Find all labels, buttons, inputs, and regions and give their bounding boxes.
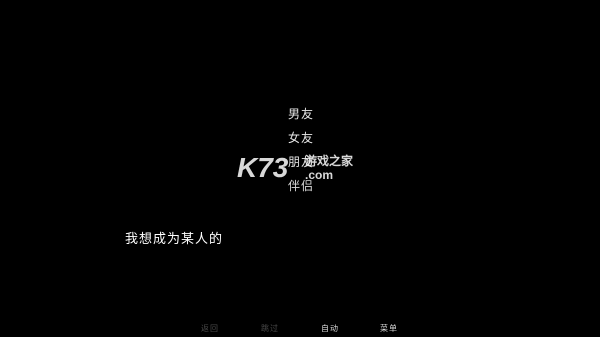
watermark-tagline: 游戏之家: [305, 153, 354, 168]
menu-button[interactable]: 菜单: [380, 323, 398, 334]
quick-menu: 返回 跳过 自动 菜单: [0, 323, 600, 337]
auto-button[interactable]: 自动: [321, 323, 339, 334]
watermark-brand: K73: [237, 152, 289, 183]
choice-boyfriend[interactable]: 男友: [288, 105, 314, 122]
k73-watermark-logo: K73 游戏之家 .com: [237, 152, 354, 183]
dialogue-text: 我想成为某人的: [125, 232, 224, 247]
choice-girlfriend[interactable]: 女友: [288, 129, 314, 146]
back-button[interactable]: 返回: [201, 323, 219, 334]
game-screen: 男友 女友 朋友 伴侣 K73 游戏之家 .com 我想成为某人的 返回 跳过 …: [0, 0, 600, 337]
watermark-domain: .com: [305, 168, 333, 182]
skip-button[interactable]: 跳过: [261, 323, 279, 334]
